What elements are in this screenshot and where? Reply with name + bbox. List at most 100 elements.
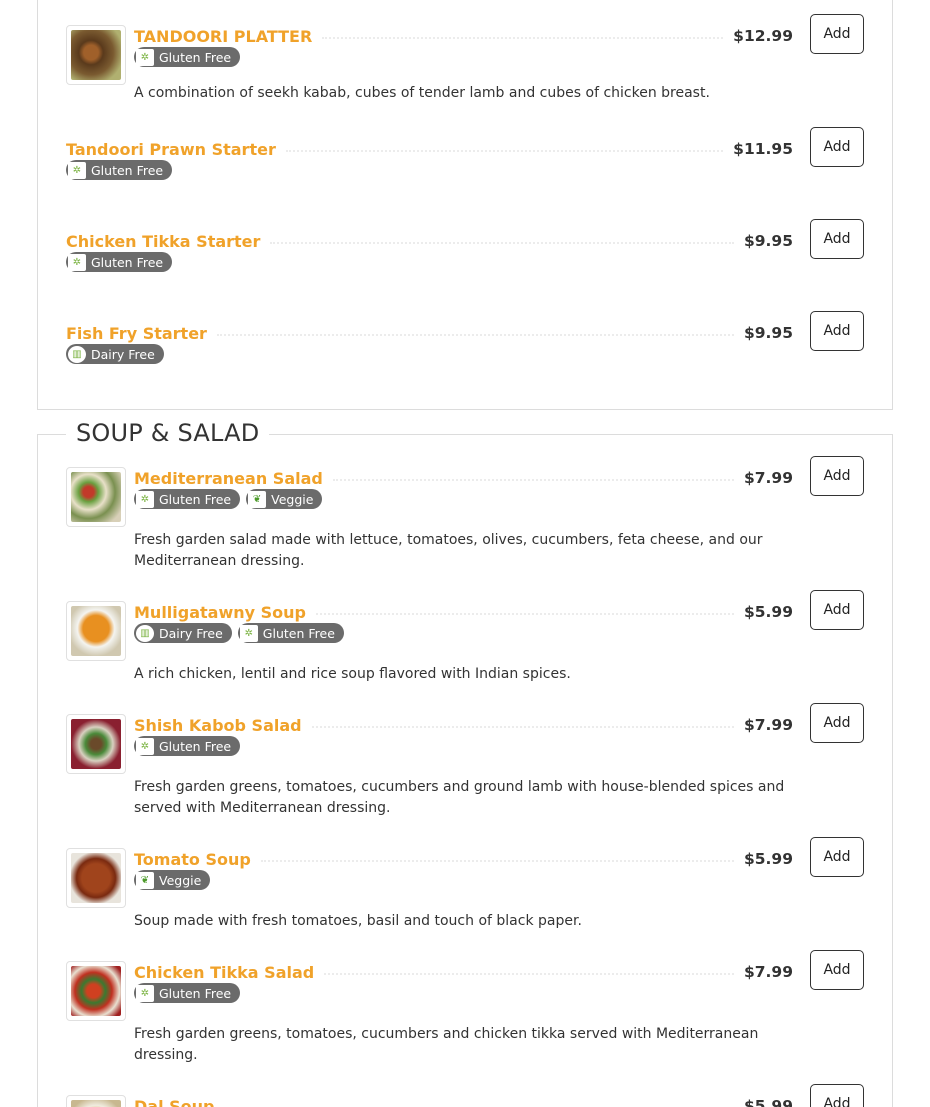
item-name[interactable]: Chicken Tikka Starter [66,232,260,251]
add-button[interactable]: Add [810,837,864,877]
tag-gluten-free: ✲ Gluten Free [237,623,344,643]
tag-gluten-free: ✲ Gluten Free [134,983,241,1003]
shish-kabob-salad-image [71,719,121,769]
item-description: Soup made with fresh tomatoes, basil and… [134,913,582,929]
mediterranean-salad-image [71,472,121,522]
mulligatawny-soup-image [71,606,121,656]
leader-dots [285,150,724,152]
menu-section-soup-salad: SOUP & SALAD Mediterranean Salad $7.99 A… [37,419,893,1107]
item-description: Fresh garden salad made with lettuce, to… [134,532,763,569]
item-name-row: Fish Fry Starter $9.95 [66,322,793,344]
tag-gluten-free: ✲ Gluten Free [134,47,241,67]
tag-label: Gluten Free [159,491,232,507]
gluten-free-icon: ✲ [136,737,154,755]
leader-dots [270,242,734,244]
item-price: $7.99 [743,469,793,487]
add-button[interactable]: Add [810,219,864,259]
add-button[interactable]: Add [810,14,864,54]
item-name[interactable]: Mulligatawny Soup [134,603,306,622]
veggie-leaf-icon: ❦ [248,490,267,508]
item-name-row: Mediterranean Salad $7.99 [134,467,793,489]
leader-dots [322,37,724,39]
tag-label: Veggie [271,491,314,507]
add-button[interactable]: Add [810,590,864,630]
add-button[interactable]: Add [810,127,864,167]
item-description: A rich chicken, lentil and rice soup fla… [134,666,571,682]
item-price: $9.95 [743,232,793,250]
tag-label: Gluten Free [159,985,232,1001]
tomato-soup-image [71,853,121,903]
add-button[interactable]: Add [810,1084,864,1107]
add-button[interactable]: Add [810,456,864,496]
item-name[interactable]: Dal Soup [134,1097,215,1107]
item-tags: ✲ Gluten Free ❦ Veggie [134,489,323,509]
add-button[interactable]: Add [810,703,864,743]
tag-dairy-free: ▥ Dairy Free [134,623,232,643]
gluten-free-icon: ✲ [239,624,258,642]
section-title: SOUP & SALAD [66,419,270,447]
item-thumbnail[interactable] [66,467,126,527]
gluten-free-icon: ✲ [68,161,86,179]
gluten-free-icon: ✲ [136,984,154,1002]
veggie-leaf-icon: ❦ [136,871,154,889]
tag-veggie: ❦ Veggie [246,489,323,509]
gluten-free-icon: ✲ [136,48,154,66]
item-thumbnail[interactable] [66,714,126,774]
item-thumbnail[interactable] [66,601,126,661]
leader-dots [324,973,734,975]
tag-label: Veggie [159,872,202,888]
tag-label: Gluten Free [159,49,232,65]
item-name[interactable]: Shish Kabob Salad [134,716,302,735]
add-button[interactable]: Add [810,311,864,351]
item-tags: ✲ Gluten Free [66,160,173,180]
menu-section-starters: TANDOORI PLATTER $12.99 Add ✲ Gluten Free… [37,0,893,410]
item-tags: ✲ Gluten Free [134,983,241,1003]
item-name-row: Tandoori Prawn Starter $11.95 [66,138,793,160]
leader-dots [316,613,734,615]
dal-soup-image [71,1100,121,1107]
tag-label: Dairy Free [91,346,155,362]
item-name[interactable]: Tandoori Prawn Starter [66,140,276,159]
item-thumbnail[interactable] [66,25,126,85]
item-price: $7.99 [743,963,793,981]
dairy-free-icon: ▥ [68,345,86,363]
tag-label: Gluten Free [262,625,335,641]
tag-gluten-free: ✲ Gluten Free [66,252,173,272]
gluten-free-icon: ✲ [68,253,86,271]
tag-veggie: ❦ Veggie [134,870,211,890]
tag-label: Dairy Free [159,625,223,641]
item-price: $5.99 [743,603,793,621]
item-name[interactable]: Mediterranean Salad [134,469,323,488]
item-price: $9.95 [743,324,793,342]
item-name[interactable]: Fish Fry Starter [66,324,207,343]
tag-label: Gluten Free [91,162,164,178]
item-name-row: Chicken Tikka Starter $9.95 [66,230,793,252]
item-name[interactable]: Chicken Tikka Salad [134,963,314,982]
item-thumbnail[interactable] [66,961,126,1021]
item-name-row: Tomato Soup $5.99 [134,848,793,870]
tag-gluten-free: ✲ Gluten Free [66,160,173,180]
item-name-row: Mulligatawny Soup $5.99 [134,601,793,623]
item-description: A combination of seekh kabab, cubes of t… [134,85,710,101]
item-price: $5.99 [743,1097,793,1107]
leader-dots [260,860,734,862]
item-tags: ❦ Veggie [134,870,211,890]
item-description: Fresh garden greens, tomatoes, cucumbers… [134,779,785,816]
item-thumbnail[interactable] [66,848,126,908]
item-name[interactable]: TANDOORI PLATTER [134,27,312,46]
item-name-row: TANDOORI PLATTER $12.99 [134,25,793,47]
tag-label: Gluten Free [91,254,164,270]
chicken-tikka-salad-image [71,966,121,1016]
add-button[interactable]: Add [810,950,864,990]
item-price: $7.99 [743,716,793,734]
leader-dots [332,479,734,481]
tag-gluten-free: ✲ Gluten Free [134,736,241,756]
item-thumbnail[interactable] [66,1095,126,1107]
item-tags: ▥ Dairy Free ✲ Gluten Free [134,623,344,643]
leader-dots [311,726,734,728]
tag-label: Gluten Free [159,738,232,754]
item-description: Fresh garden greens, tomatoes, cucumbers… [134,1026,759,1063]
gluten-free-icon: ✲ [136,490,154,508]
item-price: $12.99 [733,27,793,45]
item-name[interactable]: Tomato Soup [134,850,251,869]
